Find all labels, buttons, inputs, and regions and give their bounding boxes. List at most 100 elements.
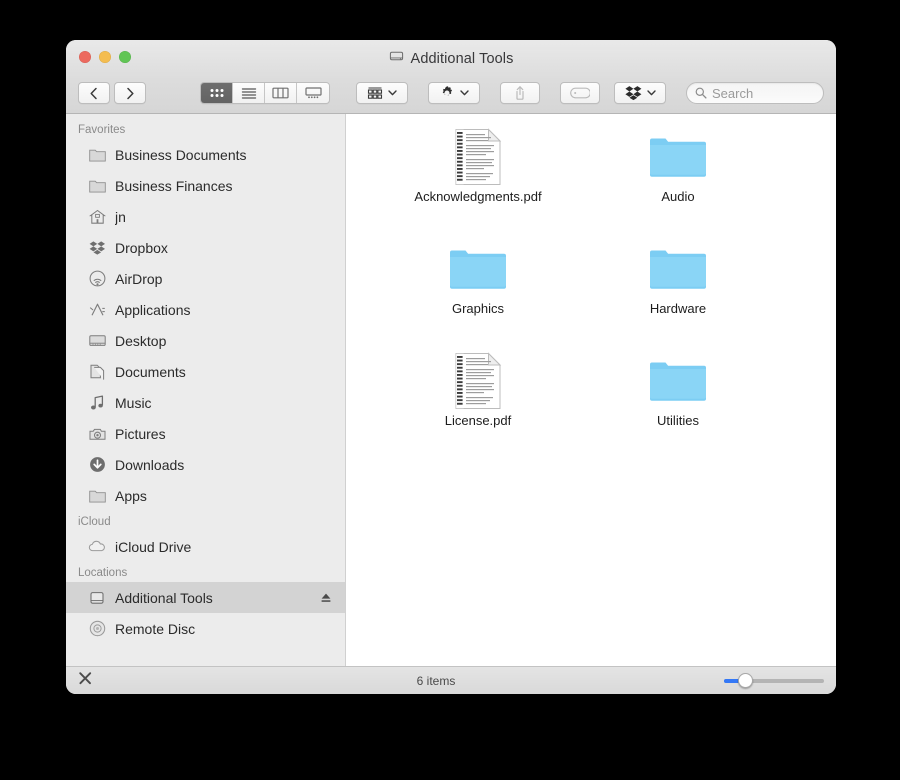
search-icon [695,87,707,99]
sidebar-item-label: Apps [115,487,147,504]
share-button[interactable] [500,82,540,104]
desktop-background: Additional Tools Search Favorites Busine… [0,0,900,780]
sidebar-item-pictures[interactable]: Pictures [66,418,345,449]
sidebar-item-label: Desktop [115,332,167,349]
sidebar-item-additional-tools[interactable]: Additional Tools [66,582,345,613]
window-titlebar[interactable]: Additional Tools Search [66,40,836,114]
sidebar: Favorites Business Documents Business Fi… [66,114,346,666]
sidebar-item-business-finances[interactable]: Business Finances [66,170,345,201]
camera-icon [88,425,106,443]
chevron-down-icon [646,90,656,96]
marker-pen-icon[interactable] [78,671,93,691]
file-item[interactable]: Audio [578,126,778,216]
pdf-document-icon [453,350,503,412]
chevron-down-icon [460,90,469,96]
sidebar-item-label: iCloud Drive [115,538,192,555]
traffic-light-buttons [79,51,131,63]
documents-icon [88,363,106,381]
forward-button[interactable] [114,82,146,104]
file-item[interactable]: Acknowledgments.pdf [378,126,578,216]
airdrop-icon [88,270,106,288]
chevron-down-icon [388,90,397,96]
finder-window: Additional Tools Search Favorites Busine… [66,40,836,694]
file-item[interactable]: Graphics [378,238,578,328]
sidebar-item-dropbox[interactable]: Dropbox [66,232,345,263]
action-button[interactable] [428,82,480,104]
sidebar-item-label: Music [115,394,152,411]
sidebar-item-remote-disc[interactable]: Remote Disc [66,613,345,644]
arrange-button[interactable] [356,82,408,104]
icon-size-slider[interactable] [724,673,824,688]
sidebar-item-airdrop[interactable]: AirDrop [66,263,345,294]
external-drive-icon [88,589,106,607]
back-button[interactable] [78,82,110,104]
window-title: Additional Tools [66,49,836,68]
sidebar-section-header-locations: Locations [78,567,128,579]
close-button[interactable] [79,51,91,63]
file-item[interactable]: Utilities [578,350,778,440]
sidebar-item-downloads[interactable]: Downloads [66,449,345,480]
music-note-icon [88,394,106,412]
icon-grid: Acknowledgments.pdf Audio Graphics Hardw… [346,126,836,440]
dropbox-icon [624,86,641,101]
tag-icon [570,87,590,99]
sidebar-item-music[interactable]: Music [66,387,345,418]
sidebar-item-label: Business Documents [115,146,247,163]
sidebar-item-label: Documents [115,363,186,380]
icon-view-button[interactable] [201,83,233,103]
sidebar-item-desktop[interactable]: Desktop [66,325,345,356]
sidebar-item-label: Applications [115,301,191,318]
window-title-text: Additional Tools [410,50,514,67]
slider-knob[interactable] [738,673,753,688]
sidebar-item-home[interactable]: jn [66,201,345,232]
cloud-icon [88,538,106,556]
sidebar-item-applications[interactable]: Applications [66,294,345,325]
sidebar-item-label: Pictures [115,425,166,442]
pdf-document-icon [453,126,503,188]
file-item-label: License.pdf [444,413,512,428]
sidebar-item-documents[interactable]: Documents [66,356,345,387]
sidebar-item-label: Dropbox [115,239,168,256]
tags-button[interactable] [560,82,600,104]
eject-icon[interactable] [319,592,333,604]
file-item[interactable]: Hardware [578,238,778,328]
status-bar: 6 items [66,666,836,694]
sidebar-section-header-favorites: Favorites [78,124,126,136]
file-item-label: Hardware [649,301,707,316]
sidebar-item-label: jn [115,208,126,225]
folder-icon [649,350,707,412]
gallery-view-button[interactable] [297,83,329,103]
desktop-icon [88,332,106,350]
folder-icon [449,238,507,300]
search-field[interactable]: Search [686,82,824,104]
sidebar-item-icloud-drive[interactable]: iCloud Drive [66,531,345,562]
file-item-label: Acknowledgments.pdf [414,189,542,204]
folder-icon [649,126,707,188]
downloads-icon [88,456,106,474]
list-view-button[interactable] [233,83,265,103]
gear-icon [442,86,452,96]
folder-icon [88,487,106,505]
search-input-placeholder[interactable]: Search [712,86,753,101]
applications-icon [88,301,106,319]
sidebar-section-header-icloud: iCloud [78,516,111,528]
column-view-button[interactable] [265,83,297,103]
toolbar: Search [66,72,836,114]
sidebar-item-label: Remote Disc [115,620,196,637]
sidebar-item-label: AirDrop [115,270,163,287]
file-item[interactable]: License.pdf [378,350,578,440]
optical-disc-icon [88,620,106,638]
status-bar-left [78,671,158,691]
folder-icon [649,238,707,300]
sidebar-item-apps[interactable]: Apps [66,480,345,511]
folder-icon [88,177,106,195]
minimize-button[interactable] [99,51,111,63]
share-icon [516,86,524,100]
external-drive-icon [389,49,404,68]
zoom-button[interactable] [119,51,131,63]
dropbox-button[interactable] [614,82,666,104]
file-item-label: Graphics [451,301,505,316]
item-count-label: 6 items [416,673,456,688]
file-grid-area[interactable]: Acknowledgments.pdf Audio Graphics Hardw… [346,114,836,666]
sidebar-item-business-documents[interactable]: Business Documents [66,139,345,170]
